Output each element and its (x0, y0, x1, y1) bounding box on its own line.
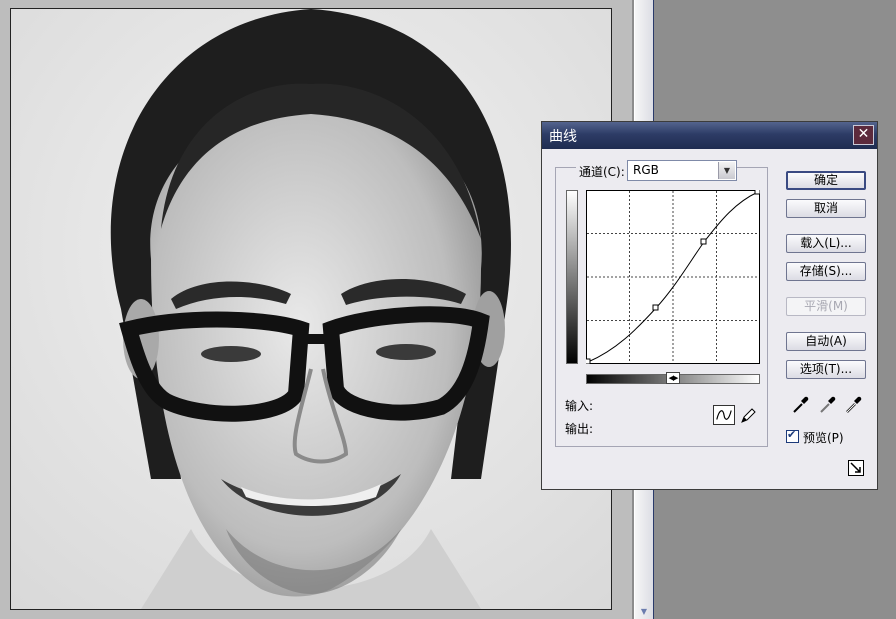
pencil-tool-icon[interactable] (739, 407, 757, 425)
document-workspace (0, 0, 632, 619)
gradient-toggle-icon[interactable]: ◀▶ (666, 372, 680, 384)
scroll-down-icon[interactable]: ▼ (638, 607, 650, 617)
curves-dialog: 曲线 ✕ 通道(C): RGB ▼ ◀▶ 输入: 输出: 确定 取消 载入(L)… (541, 121, 878, 490)
chevron-down-icon[interactable]: ▼ (718, 162, 735, 179)
output-gradient-bar (566, 190, 578, 364)
input-label: 输入: (565, 399, 594, 413)
channel-label: 通道(C): (576, 163, 628, 180)
curve-tool-icon[interactable] (713, 405, 735, 425)
curve-graph[interactable] (586, 190, 760, 364)
channel-select[interactable]: RGB ▼ (627, 160, 737, 181)
smooth-button[interactable]: 平滑(M) (786, 297, 866, 316)
channel-value: RGB (633, 163, 659, 177)
preview-label: 预览(P) (803, 431, 844, 445)
preview-checkbox[interactable]: 预览(P) (786, 428, 844, 446)
auto-button[interactable]: 自动(A) (786, 332, 866, 351)
white-eyedropper-icon[interactable] (843, 395, 863, 415)
portrait-photo (11, 9, 611, 609)
black-eyedropper-icon[interactable] (790, 395, 810, 415)
cancel-button[interactable]: 取消 (786, 199, 866, 218)
load-button[interactable]: 载入(L)... (786, 234, 866, 253)
checkbox-checked-icon[interactable] (786, 428, 799, 443)
options-button[interactable]: 选项(T)... (786, 360, 866, 379)
output-label: 输出: (565, 422, 594, 436)
image-canvas[interactable] (10, 8, 612, 610)
dialog-titlebar[interactable]: 曲线 ✕ (542, 122, 877, 149)
gray-eyedropper-icon[interactable] (817, 395, 837, 415)
close-icon[interactable]: ✕ (853, 125, 874, 145)
save-button[interactable]: 存储(S)... (786, 262, 866, 281)
dialog-title: 曲线 (549, 129, 577, 145)
expand-icon[interactable] (847, 459, 865, 477)
ok-button[interactable]: 确定 (786, 171, 866, 190)
